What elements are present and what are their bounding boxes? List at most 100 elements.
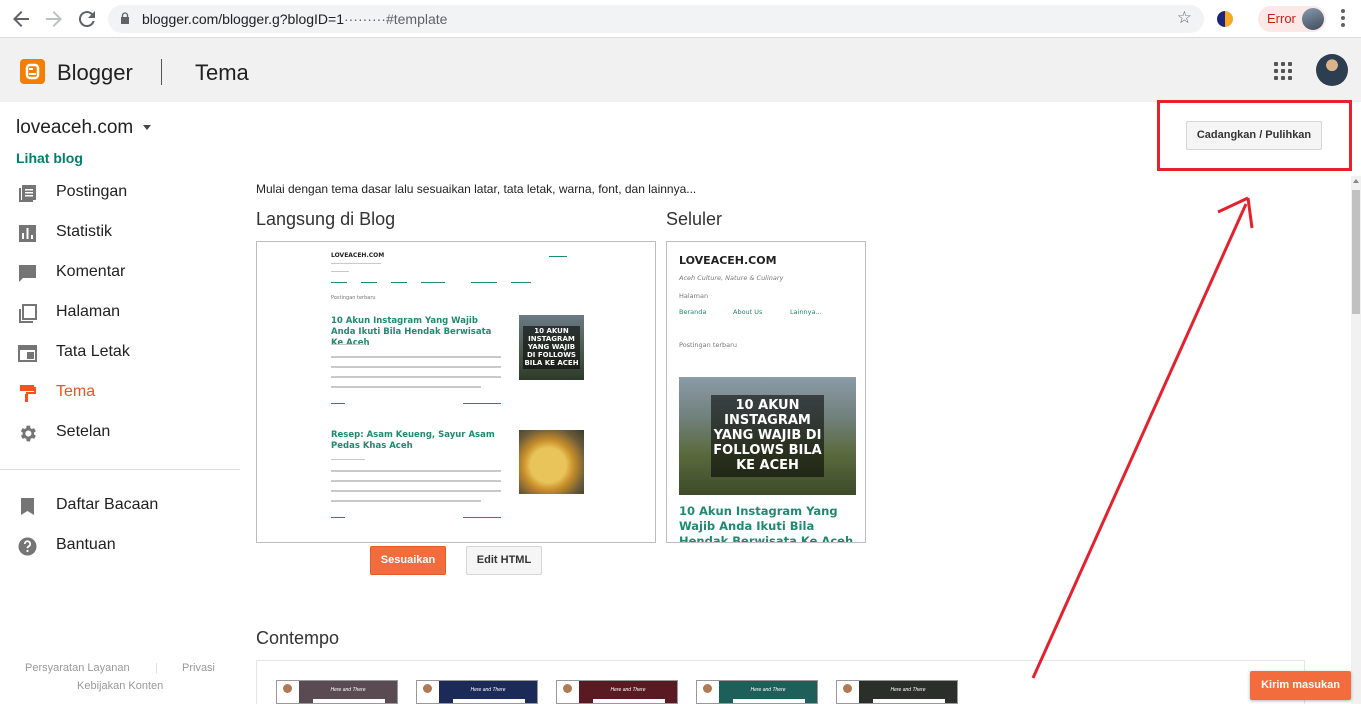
contempo-theme-thumbnail[interactable]: Here and There [276, 680, 398, 704]
mobile-post-image: 10 AKUN INSTAGRAM YANG WAJIB DI FOLLOWS … [679, 377, 856, 495]
contempo-theme-thumbnail[interactable]: Here and There [836, 680, 958, 704]
browser-toolbar: blogger.com/blogger.g?blogID=1·········#… [0, 0, 1361, 38]
layout-icon [18, 345, 37, 362]
sidebar-divider [0, 469, 240, 470]
stats-icon [19, 225, 36, 242]
pages-icon [19, 304, 37, 323]
thumbnail-title: Here and There [750, 687, 786, 693]
comments-icon [19, 265, 36, 282]
preview-nav-line [421, 282, 445, 283]
sidebar-item-setelan[interactable]: Setelan [0, 415, 240, 451]
blogger-logo-icon[interactable] [20, 59, 45, 84]
preview-post1-image-text: 10 AKUN INSTAGRAM YANG WAJIB DI FOLLOWS … [524, 327, 579, 367]
terms-link[interactable]: Persyaratan Layanan [25, 662, 130, 674]
live-on-blog-title: Langsung di Blog [256, 209, 396, 229]
thumbnail-title: Here and There [470, 687, 506, 693]
preview-post1-image: 10 AKUN INSTAGRAM YANG WAJIB DI FOLLOWS … [519, 315, 584, 380]
sidebar-item-postingan[interactable]: Postingan [0, 175, 240, 211]
url-text: blogger.com/blogger.g?blogID=1·········#… [142, 11, 448, 27]
preview-share-line [331, 403, 345, 404]
mobile-tagline: Aceh Culture, Nature & Culinary [679, 274, 784, 282]
sidebar: loveaceh.com Lihat blog Postingan Statis… [0, 102, 240, 704]
preview-blog-title: LOVEACEH.COM [331, 252, 385, 259]
preview-nav-line [331, 282, 347, 283]
preview-readmore-line [463, 517, 501, 518]
thumbnail-title: Here and There [890, 687, 926, 693]
scrollbar-thumb[interactable] [1352, 190, 1360, 314]
send-feedback-button[interactable]: Kirim masukan [1250, 671, 1351, 700]
scroll-up-icon[interactable] [1353, 179, 1359, 183]
sidebar-item-halaman[interactable]: Halaman [0, 295, 240, 331]
dropdown-caret-icon [143, 125, 152, 131]
page-scrollbar[interactable] [1351, 176, 1361, 704]
back-icon[interactable] [9, 7, 33, 31]
preview-share-line [331, 517, 345, 518]
mobile-post-title: 10 Akun Instagram Yang Wajib Anda Ikuti … [679, 504, 854, 543]
forward-icon[interactable] [42, 7, 66, 31]
edit-html-button[interactable]: Edit HTML [466, 546, 542, 575]
mobile-nav-more: Lainnya... [790, 308, 822, 316]
browser-menu-icon[interactable] [1341, 9, 1345, 29]
preview-text-line [331, 386, 481, 388]
blog-selector[interactable]: loveaceh.com [16, 117, 152, 139]
mobile-recent-label: Postingan terbaru [679, 341, 737, 349]
sidebar-item-tata-letak[interactable]: Tata Letak [0, 335, 240, 371]
thumbnail-title: Here and There [330, 687, 366, 693]
preview-recent-label: Postingan terbaru [331, 295, 376, 301]
view-blog-link[interactable]: Lihat blog [16, 150, 83, 166]
app-name[interactable]: Blogger [57, 60, 133, 86]
mobile-theme-preview[interactable]: LOVEACEH.COM Aceh Culture, Nature & Culi… [666, 241, 866, 543]
contempo-theme-thumbnail[interactable]: Here and There [416, 680, 538, 704]
preview-tagline-line [331, 263, 381, 264]
theme-icon [20, 385, 36, 402]
sidebar-item-komentar[interactable]: Komentar [0, 255, 240, 291]
mobile-title: Seluler [666, 209, 723, 229]
preview-text-line [331, 376, 501, 378]
privacy-link[interactable]: Privasi [182, 662, 215, 674]
preview-nav-line [391, 282, 407, 283]
sidebar-item-bantuan[interactable]: Bantuan [0, 528, 240, 564]
bookmark-star-icon[interactable]: ☆ [1177, 8, 1192, 28]
mobile-nav-beranda: Beranda [679, 308, 707, 316]
extension-icon[interactable] [1217, 11, 1233, 27]
mobile-post-image-text: 10 AKUN INSTAGRAM YANG WAJIB DI FOLLOWS … [713, 398, 822, 473]
content-policy-link[interactable]: Kebijakan Konten [77, 680, 163, 692]
apps-grid-icon[interactable] [1274, 62, 1294, 82]
preview-text-line [331, 470, 501, 472]
preview-text-line [331, 500, 481, 502]
profile-error-button[interactable]: Error [1258, 6, 1326, 32]
preview-search-line [549, 256, 567, 257]
posts-icon [19, 185, 36, 202]
footer-separator: | [155, 662, 158, 674]
profile-avatar [1302, 8, 1324, 30]
desktop-theme-preview[interactable]: LOVEACEH.COM Postingan terbaru 10 Akun I… [256, 241, 656, 543]
customize-button[interactable]: Sesuaikan [370, 546, 446, 575]
address-bar[interactable]: blogger.com/blogger.g?blogID=1·········#… [108, 5, 1204, 33]
sidebar-item-daftar-bacaan[interactable]: Daftar Bacaan [0, 488, 240, 524]
contempo-title: Contempo [256, 628, 340, 648]
user-avatar[interactable] [1316, 54, 1348, 86]
bookmark-icon [21, 498, 34, 515]
preview-text-line [331, 480, 501, 482]
mobile-blog-title: LOVEACEH.COM [679, 254, 777, 267]
header-divider [161, 59, 162, 85]
sidebar-item-statistik[interactable]: Statistik [0, 215, 240, 251]
page-title: Tema [195, 60, 249, 85]
settings-icon [20, 425, 36, 442]
preview-date-line [331, 344, 365, 345]
contempo-theme-thumbnail[interactable]: Here and There [696, 680, 818, 704]
sidebar-item-tema[interactable]: Tema [0, 375, 240, 411]
preview-text-line [331, 356, 501, 358]
preview-readmore-line [463, 403, 501, 404]
reload-icon[interactable] [75, 7, 99, 31]
theme-intro-text: Mulai dengan tema dasar lalu sesuaikan l… [256, 182, 697, 196]
preview-date-line [331, 459, 365, 460]
error-label: Error [1267, 11, 1296, 26]
contempo-theme-thumbnail[interactable]: Here and There [556, 680, 678, 704]
preview-nav-line [471, 282, 497, 283]
preview-nav-line [361, 282, 377, 283]
annotation-highlight-box [1157, 100, 1352, 171]
preview-post2-title: Resep: Asam Keueng, Sayur Asam Pedas Kha… [331, 430, 495, 451]
mobile-pages-label: Halaman [679, 292, 709, 300]
mobile-nav-about: About Us [733, 308, 763, 316]
